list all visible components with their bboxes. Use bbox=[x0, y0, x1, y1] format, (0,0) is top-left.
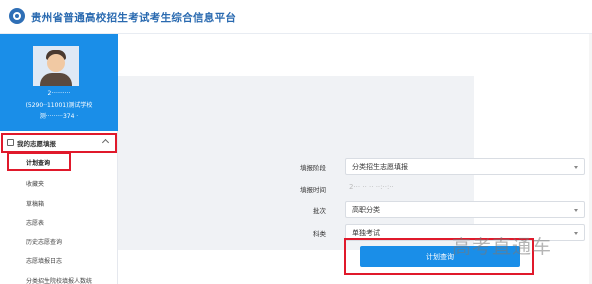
person-icon bbox=[7, 139, 14, 146]
sidebar-item-favorites[interactable]: 收藏夹 bbox=[26, 179, 44, 188]
menu-group-volunteer-filling[interactable]: 我的志愿填报 bbox=[1, 133, 117, 153]
caret-down-icon bbox=[574, 232, 578, 235]
top-header: 贵州省普通高校招生考试考生综合信息平台 bbox=[0, 0, 592, 34]
sidebar: 2·········· (5290··11001)测试学校 测·········… bbox=[0, 34, 118, 284]
logo-icon bbox=[9, 8, 25, 24]
sidebar-item-plan-query[interactable]: 计划查询 bbox=[26, 158, 50, 167]
stage-label: 填报阶段 bbox=[300, 164, 326, 172]
caret-down-icon bbox=[574, 166, 578, 169]
profile-id: 2·········· bbox=[47, 90, 71, 97]
batch-select[interactable]: 高职分类 bbox=[345, 201, 585, 218]
app-title: 贵州省普通高校招生考试考生综合信息平台 bbox=[31, 12, 237, 24]
batch-label: 批次 bbox=[313, 207, 326, 215]
stage-select[interactable]: 分类招生志愿填报 bbox=[345, 158, 585, 175]
sidebar-item-filling-log[interactable]: 志愿填报日志 bbox=[26, 256, 62, 265]
sidebar-item-drafts[interactable]: 草稿箱 bbox=[26, 199, 44, 208]
profile-card: 2·········· (5290··11001)测试学校 测·········… bbox=[0, 34, 118, 131]
profile-school: (5290··11001)测试学校 bbox=[25, 102, 93, 109]
sidebar-item-category-stats[interactable]: 分类招生院校填报人数统 bbox=[26, 276, 92, 284]
avatar bbox=[33, 46, 79, 86]
watermark: 高考直通车 bbox=[452, 236, 553, 258]
chevron-up-icon bbox=[101, 138, 110, 147]
menu-group-label: 我的志愿填报 bbox=[17, 140, 56, 148]
stage-value: 分类招生志愿填报 bbox=[352, 163, 408, 171]
sidebar-item-volunteer-table[interactable]: 志愿表 bbox=[26, 218, 44, 227]
time-label: 填报时间 bbox=[300, 186, 326, 194]
profile-extra: 测·········374 · bbox=[39, 113, 79, 120]
subject-label: 科类 bbox=[313, 230, 326, 238]
batch-value: 高职分类 bbox=[352, 206, 380, 214]
time-value: 2··· ·· ·· ··:··:·· bbox=[349, 183, 394, 191]
sidebar-item-history-query[interactable]: 历史志愿查询 bbox=[26, 237, 62, 246]
caret-down-icon bbox=[574, 209, 578, 212]
subject-value: 单独考试 bbox=[352, 229, 380, 237]
